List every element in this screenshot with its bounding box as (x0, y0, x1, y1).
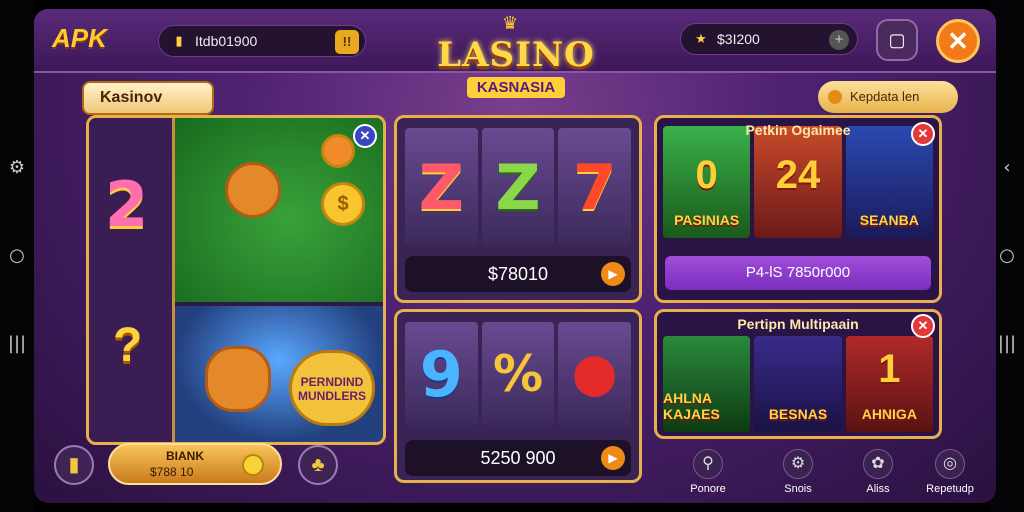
bank-button[interactable]: BIANK $788 10 (108, 443, 282, 485)
poker-table[interactable]: $ (175, 118, 383, 302)
play-icon[interactable]: ▶ (601, 262, 625, 286)
window-icon[interactable]: ▢ (876, 19, 918, 61)
game-tile[interactable]: AHLNA KAJAES (663, 336, 751, 432)
gift-icon: ✿ (863, 449, 893, 479)
close-icon[interactable]: ✕ (353, 124, 377, 148)
game-tile[interactable]: 0 PASINIAS (663, 126, 751, 238)
add-icon[interactable]: + (829, 30, 849, 50)
balance-pill[interactable]: ▮ Itdb01900 !! (158, 25, 366, 57)
game-tile[interactable]: BESNAS (754, 336, 842, 432)
nav-label: Ponore (690, 483, 726, 495)
fox-mascot-icon (205, 346, 271, 412)
panel-title: Petkin Ogaimee (745, 122, 851, 138)
nav-settings[interactable]: ⚙ Snois (766, 449, 830, 495)
person-icon: ⚲ (693, 449, 723, 479)
star-icon: ★ (695, 31, 707, 46)
brand-label: APK (52, 23, 107, 53)
recents-icon[interactable]: ||| (998, 335, 1016, 353)
tile-label: PASINIAS (674, 212, 740, 228)
menu-button[interactable]: ▮ (54, 445, 94, 485)
slot-machine-1[interactable]: Z Z 7 $78010 ▶ (394, 115, 642, 303)
slot1-amount-value: $78010 (487, 264, 549, 284)
nav-label: Snois (784, 483, 812, 495)
panel-title: Pertipn Multipaain (737, 316, 859, 332)
tile-label: AHLNA KAJAES (663, 390, 720, 422)
close-icon[interactable]: ✕ (911, 122, 935, 146)
system-nav-left: ⚙ ○ ||| (0, 0, 34, 512)
tab-kepdata[interactable]: Kepdata len (818, 81, 958, 113)
promo-badge[interactable]: PERNDIND MUNDLERS (289, 350, 375, 426)
dollar-coin-icon: $ (321, 182, 365, 226)
fox-mascot-icon (225, 162, 281, 218)
reel-3: ⬤ (558, 322, 632, 426)
slot1-amount[interactable]: $78010 ▶ (405, 256, 631, 292)
question-icon: ? (113, 319, 143, 372)
close-button[interactable]: ✕ (936, 19, 980, 63)
tab-kasinov[interactable]: Kasinov (82, 81, 214, 115)
recents-icon[interactable]: ||| (8, 335, 26, 353)
reel-3: 7 (558, 128, 632, 246)
close-icon[interactable]: ✕ (911, 314, 935, 338)
bank-value: $788 10 (150, 465, 194, 479)
game-tiles: 0 PASINIAS 24 SEANBA (663, 126, 933, 238)
nav-profile[interactable]: ⚲ Ponore (676, 449, 740, 495)
game-logo: ♛ LASINO KASNASIA (416, 13, 616, 109)
crown-icon: ♛ (502, 13, 519, 33)
chat-icon: ◎ (935, 449, 965, 479)
home-circle-icon[interactable]: ○ (9, 247, 25, 265)
gear-icon[interactable]: ⚙ (9, 159, 25, 177)
side-column: 2 ? (89, 118, 175, 442)
logo-subtitle: KASNASIA (466, 77, 566, 98)
game-tile[interactable]: 1 AHNIGA (845, 336, 933, 432)
back-icon[interactable]: ‹ (1003, 159, 1010, 177)
game-panel-2[interactable]: AHLNA KAJAES BESNAS 1 AHNIGA Pertipn Mul… (654, 309, 942, 439)
tile-big: 24 (775, 153, 821, 197)
tile-big: 1 (878, 347, 901, 391)
slot-machine-2[interactable]: 9 % ⬤ 5250 900 ▶ (394, 309, 642, 483)
coin-icon (242, 454, 264, 476)
coins-value: $3I200 (717, 31, 760, 47)
balance-value: Itdb01900 (195, 33, 258, 49)
tile-big: 0 (695, 153, 718, 197)
wallet-icon[interactable]: !! (335, 30, 359, 54)
play-icon[interactable]: ▶ (601, 446, 625, 470)
jackpot-bar[interactable]: P4-lS 7850r000 (665, 256, 931, 290)
chip-icon (321, 134, 355, 168)
currency-icon: ▮ (175, 33, 183, 48)
reel-2: % (481, 322, 555, 426)
game-tile[interactable]: 24 (754, 126, 842, 238)
slot2-amount-value: 5250 900 (480, 448, 556, 468)
gear-icon: ⚙ (783, 449, 813, 479)
game-panel-1[interactable]: 0 PASINIAS 24 SEANBA Petkin Ogaimee P4-l… (654, 115, 942, 303)
tab-kepdata-label: Kepdata len (850, 89, 920, 104)
reel-1: 9 (405, 322, 478, 426)
coin-icon (828, 90, 842, 104)
nav-support[interactable]: ◎ Repetudp (918, 449, 982, 495)
tile-label: SEANBA (859, 212, 919, 228)
slot-reels: Z Z 7 (405, 128, 632, 246)
game-tiles: AHLNA KAJAES BESNAS 1 AHNIGA (663, 336, 933, 432)
tile-label: AHNIGA (861, 406, 917, 422)
nav-label: Aliss (866, 483, 890, 495)
bank-label: BIANK (166, 449, 204, 463)
casino-card-panel[interactable]: 2 ? $ PERNDIND MUNDLERS ✕ (86, 115, 386, 445)
game-screen: APK ▮ Itdb01900 !! ★ $3I200 + ▢ ✕ ♛ LASI… (34, 9, 996, 503)
nav-label: Repetudp (926, 483, 974, 495)
nav-gifts[interactable]: ✿ Aliss (846, 449, 910, 495)
reel-2: Z (481, 128, 555, 246)
tile-label: BESNAS (768, 406, 828, 422)
clover-button[interactable]: ♣ (298, 445, 338, 485)
big-number: 2 (105, 168, 149, 241)
slot2-amount[interactable]: 5250 900 ▶ (405, 440, 631, 476)
slot-reels: 9 % ⬤ (405, 322, 632, 426)
coins-pill[interactable]: ★ $3I200 + (680, 23, 858, 55)
home-circle-icon[interactable]: ○ (999, 247, 1015, 265)
reel-1: Z (405, 128, 478, 246)
logo-title: LASINO (437, 35, 595, 75)
